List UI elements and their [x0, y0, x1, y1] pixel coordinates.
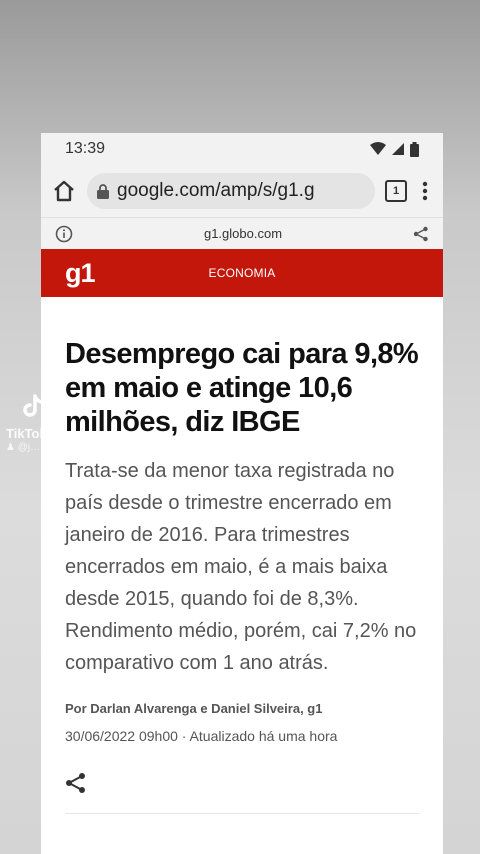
- url-text: google.com/amp/s/g1.g: [117, 180, 315, 201]
- info-icon[interactable]: [55, 225, 73, 243]
- signal-icon: [392, 143, 404, 155]
- tiktok-user-handle: @j…: [17, 442, 41, 453]
- divider: [65, 813, 419, 814]
- amp-domain[interactable]: g1.globo.com: [73, 226, 413, 241]
- article-byline: Por Darlan Alvarenga e Daniel Silveira, …: [65, 701, 323, 716]
- article-share-icon[interactable]: [65, 772, 87, 794]
- article-dateline: 30/06/2022 09h00 · Atualizado há uma hor…: [65, 728, 338, 744]
- home-icon[interactable]: [51, 178, 77, 204]
- user-icon: ♟: [6, 442, 15, 453]
- battery-icon: [410, 141, 419, 157]
- amp-header: g1.globo.com: [41, 217, 443, 249]
- article: Desemprego cai para 9,8% em maio e ating…: [41, 297, 443, 799]
- lock-icon: [97, 183, 109, 199]
- more-options-icon[interactable]: [417, 179, 433, 203]
- wifi-icon: [370, 142, 386, 155]
- tab-switcher-button[interactable]: 1: [385, 180, 407, 202]
- browser-toolbar: google.com/amp/s/g1.g 1: [41, 165, 443, 217]
- article-headline: Desemprego cai para 9,8% em maio e ating…: [65, 338, 419, 438]
- status-icons: [370, 141, 419, 157]
- article-subhead: Trata-se da menor taxa registrada no paí…: [65, 460, 417, 674]
- share-icon[interactable]: [413, 226, 429, 242]
- section-label[interactable]: ECONOMIA: [41, 266, 443, 280]
- address-bar[interactable]: google.com/amp/s/g1.g: [87, 173, 375, 209]
- phone-screen: 13:39 google.com/amp/s/g1.g 1 g1.globo.c…: [41, 133, 443, 854]
- site-header: g1 ECONOMIA: [41, 249, 443, 297]
- status-time: 13:39: [65, 140, 106, 157]
- status-bar: 13:39: [41, 133, 443, 165]
